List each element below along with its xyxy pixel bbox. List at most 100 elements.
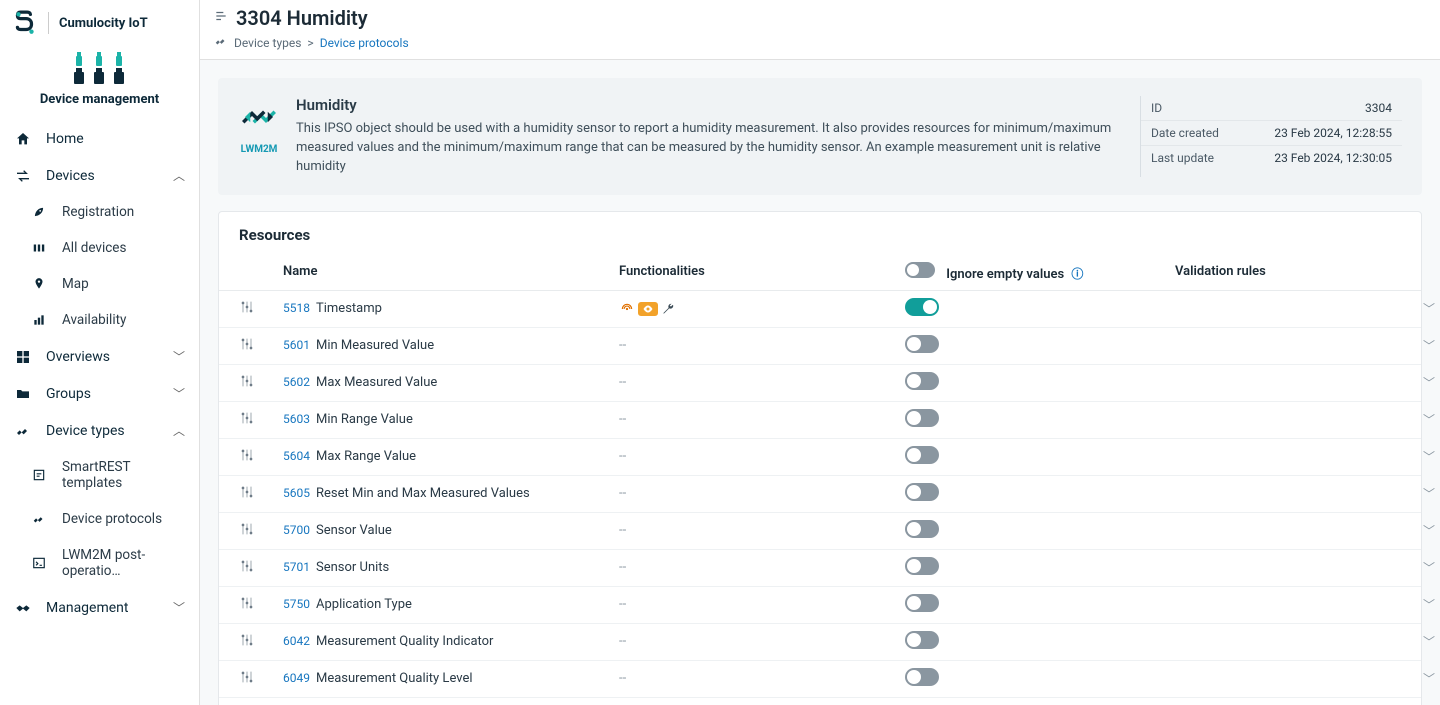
expand-row-chevron[interactable]: ﹀ xyxy=(1395,448,1435,465)
resource-row[interactable]: 6050Fractional Timestamp--﹀ xyxy=(219,698,1421,705)
nav-lwm2m-post[interactable]: LWM2M post-operatio… xyxy=(0,537,199,589)
expand-row-chevron[interactable]: ﹀ xyxy=(1395,559,1435,576)
settings-icon xyxy=(239,521,283,541)
module-title: Device management xyxy=(40,92,159,107)
settings-icon xyxy=(239,299,283,319)
chevron-down-icon: ﹀ xyxy=(173,348,185,365)
resource-row[interactable]: 6042Measurement Quality Indicator--﹀ xyxy=(219,624,1421,661)
resource-functionalities: -- xyxy=(619,375,905,390)
expand-row-chevron[interactable]: ﹀ xyxy=(1395,670,1435,687)
resource-name: 5700Sensor Value xyxy=(283,523,619,538)
map-pin-icon xyxy=(30,277,48,291)
breadcrumb: Device types > Device protocols xyxy=(214,34,1426,51)
nav-device-types[interactable]: Device types ︿ xyxy=(0,412,199,449)
resource-functionalities: -- xyxy=(619,523,905,538)
brand-name: Cumulocity IoT xyxy=(59,16,148,31)
ignore-empty-toggle[interactable] xyxy=(905,520,939,538)
protocol-tag: LWM2M xyxy=(238,144,280,155)
ignore-empty-toggle[interactable] xyxy=(905,372,939,390)
ignore-empty-master-toggle[interactable] xyxy=(905,262,935,278)
protocol-name: Humidity xyxy=(296,96,1120,114)
expand-row-chevron[interactable]: ﹀ xyxy=(1395,374,1435,391)
nav-availability[interactable]: Availability xyxy=(0,302,199,338)
resource-row[interactable]: 6049Measurement Quality Level--﹀ xyxy=(219,661,1421,698)
col-ignore-empty: Ignore empty values ⓘ xyxy=(905,262,1175,282)
crumb-device-protocols[interactable]: Device protocols xyxy=(320,36,409,50)
expand-row-chevron[interactable]: ﹀ xyxy=(1395,485,1435,502)
resource-row[interactable]: 5604Max Range Value--﹀ xyxy=(219,439,1421,476)
resource-name: 5604Max Range Value xyxy=(283,449,619,464)
resource-row[interactable]: 5750Application Type--﹀ xyxy=(219,587,1421,624)
ignore-empty-toggle[interactable] xyxy=(905,409,939,427)
resource-functionalities: -- xyxy=(619,449,905,464)
ignore-empty-toggle[interactable] xyxy=(905,335,939,353)
protocol-meta: ID3304 Date created23 Feb 2024, 12:28:55… xyxy=(1140,96,1402,177)
resource-functionalities xyxy=(619,302,905,316)
resource-functionalities: -- xyxy=(619,671,905,686)
ignore-empty-cell xyxy=(905,372,1175,394)
ignore-empty-toggle[interactable] xyxy=(905,446,939,464)
resource-functionalities: -- xyxy=(619,486,905,501)
resource-name: 5605Reset Min and Max Measured Values xyxy=(283,486,619,501)
ignore-empty-toggle[interactable] xyxy=(905,557,939,575)
module-block: Device management xyxy=(0,46,199,117)
ignore-empty-toggle[interactable] xyxy=(905,631,939,649)
topbar: 3304 Humidity Device types > Device prot… xyxy=(200,0,1440,60)
nav-overviews[interactable]: Overviews ﹀ xyxy=(0,338,199,375)
device-management-icon xyxy=(70,52,130,88)
resource-functionalities: -- xyxy=(619,597,905,612)
nav-home[interactable]: Home xyxy=(0,121,199,157)
resource-row[interactable]: 5605Reset Min and Max Measured Values--﹀ xyxy=(219,476,1421,513)
protocol-description: This IPSO object should be used with a h… xyxy=(296,120,1120,177)
settings-icon xyxy=(239,669,283,689)
ignore-empty-toggle[interactable] xyxy=(905,483,939,501)
nav-management[interactable]: Management ﹀ xyxy=(0,589,199,626)
handshake-icon xyxy=(14,600,32,616)
resource-row[interactable]: 5518Timestamp﹀ xyxy=(219,291,1421,328)
resource-row[interactable]: 5602Max Measured Value--﹀ xyxy=(219,365,1421,402)
ignore-empty-cell xyxy=(905,483,1175,505)
plug-icon xyxy=(14,423,32,439)
nav-devices[interactable]: Devices ︿ xyxy=(0,157,199,194)
ignore-empty-cell xyxy=(905,298,1175,320)
nav-all-devices[interactable]: All devices xyxy=(0,230,199,266)
ignore-empty-cell xyxy=(905,594,1175,616)
nav-map[interactable]: Map xyxy=(0,266,199,302)
ignore-empty-cell xyxy=(905,520,1175,542)
chevron-up-icon: ︿ xyxy=(173,422,185,439)
chevron-down-icon: ﹀ xyxy=(173,599,185,616)
nav-smartrest[interactable]: SmartREST templates xyxy=(0,449,199,501)
nav-groups[interactable]: Groups ﹀ xyxy=(0,375,199,412)
settings-icon xyxy=(239,373,283,393)
ignore-empty-toggle[interactable] xyxy=(905,298,939,316)
resource-row[interactable]: 5603Min Range Value--﹀ xyxy=(219,402,1421,439)
expand-row-chevron[interactable]: ﹀ xyxy=(1395,522,1435,539)
ignore-empty-cell xyxy=(905,557,1175,579)
resource-row[interactable]: 5700Sensor Value--﹀ xyxy=(219,513,1421,550)
expand-row-chevron[interactable]: ﹀ xyxy=(1395,596,1435,613)
nav-registration[interactable]: Registration xyxy=(0,194,199,230)
menu-icon[interactable] xyxy=(214,9,228,27)
ignore-empty-cell xyxy=(905,446,1175,468)
protocol-icon: LWM2M xyxy=(238,96,280,177)
expand-row-chevron[interactable]: ﹀ xyxy=(1395,411,1435,428)
resource-name: 5701Sensor Units xyxy=(283,560,619,575)
resources-title: Resources xyxy=(219,212,1421,254)
dashboard-icon xyxy=(14,349,32,365)
ignore-empty-toggle[interactable] xyxy=(905,668,939,686)
resources-card: Resources Name Functionalities Ignore em… xyxy=(218,211,1422,705)
expand-row-chevron[interactable]: ﹀ xyxy=(1395,337,1435,354)
crumb-1: Device types xyxy=(234,36,301,50)
resource-row[interactable]: 5701Sensor Units--﹀ xyxy=(219,550,1421,587)
ignore-empty-toggle[interactable] xyxy=(905,594,939,612)
chevron-up-icon: ︿ xyxy=(173,167,185,184)
expand-row-chevron[interactable]: ﹀ xyxy=(1395,300,1435,317)
expand-row-chevron[interactable]: ﹀ xyxy=(1395,633,1435,650)
resource-name: 5602Max Measured Value xyxy=(283,375,619,390)
swap-icon xyxy=(14,168,32,184)
protocol-icon xyxy=(30,512,48,526)
settings-icon xyxy=(239,632,283,652)
nav-device-protocols[interactable]: Device protocols xyxy=(0,501,199,537)
help-icon[interactable]: ⓘ xyxy=(1071,267,1083,281)
resource-row[interactable]: 5601Min Measured Value--﹀ xyxy=(219,328,1421,365)
